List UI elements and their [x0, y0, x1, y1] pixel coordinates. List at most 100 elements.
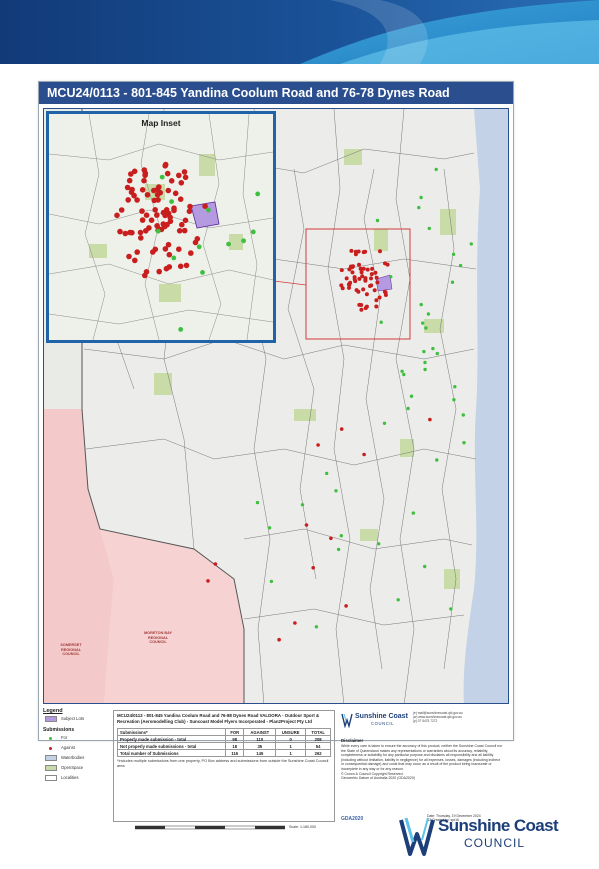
localities-swatch [45, 775, 57, 781]
table-row: Not properly made submissions - total 18… [116, 742, 331, 750]
for-point [200, 270, 205, 275]
inset-against-points [114, 161, 208, 279]
somerset-label: SOMERSET REGIONAL COUNCIL [60, 643, 82, 656]
for-point [419, 302, 423, 307]
against-point [168, 178, 175, 184]
for-point [424, 326, 428, 330]
table-header: Submissions* [116, 728, 227, 736]
against-point [179, 221, 185, 228]
against-point [329, 536, 333, 541]
against-point [172, 190, 179, 197]
against-point [152, 246, 159, 253]
against-point [126, 253, 132, 260]
scale-text: Scale: 1:180,000 [289, 825, 316, 829]
against-point [144, 192, 151, 198]
inset-map[interactable] [49, 114, 273, 340]
against-point [304, 523, 309, 527]
against-point [139, 217, 146, 223]
against-point [131, 192, 137, 199]
table-cell: 35 [243, 742, 277, 750]
logo-mark-icon [399, 817, 435, 856]
against-point [128, 171, 134, 177]
map-frame[interactable]: SOMERSET REGIONAL COUNCIL MORETON BAY RE… [43, 108, 509, 704]
table-cell: 262 [305, 749, 331, 757]
against-point [357, 262, 361, 267]
legend-waterbodies-label: Waterbodies [61, 755, 85, 760]
legend-localities-label: Localities [61, 775, 79, 780]
against-point [132, 257, 138, 264]
legend-for-label: For [61, 735, 68, 740]
legend-subject-lots-label: Subject Lots [61, 716, 85, 721]
for-point [196, 244, 202, 250]
map-footer: Legend Subject Lots Submissions For Agai… [43, 708, 509, 830]
against-point [176, 246, 182, 252]
against-point [166, 264, 173, 270]
against-point [350, 270, 355, 275]
against-point [344, 276, 349, 281]
for-point [171, 255, 177, 261]
against-point [181, 169, 188, 175]
against-point [134, 249, 140, 255]
against-point [348, 280, 353, 285]
against-point [364, 304, 369, 309]
against-point [129, 229, 135, 236]
against-point [154, 191, 161, 198]
against-point [370, 266, 375, 271]
for-point [336, 547, 341, 552]
against-point [372, 288, 377, 293]
against-point [156, 268, 162, 275]
for-point [375, 218, 380, 223]
against-point [142, 272, 148, 279]
for-point [339, 534, 343, 538]
against-point [143, 212, 150, 218]
against-point [187, 203, 193, 210]
against-point [361, 266, 366, 271]
against-point [154, 212, 160, 218]
against-point [181, 227, 188, 234]
against-point [365, 267, 370, 272]
against-point [139, 208, 145, 214]
openspace-swatch [45, 765, 57, 771]
against-point [374, 304, 379, 309]
against-point [176, 172, 182, 179]
table-header: FOR [225, 728, 245, 736]
for-point [155, 228, 161, 234]
table-cell: 145 [243, 749, 277, 757]
for-point [431, 346, 435, 351]
legend-waterbodies: Waterbodies [43, 753, 109, 763]
table-header: TOTAL [305, 728, 331, 736]
against-point [165, 210, 172, 217]
legend: Legend Subject Lots Submissions For Agai… [43, 708, 109, 826]
against-point [428, 417, 432, 422]
for-point [411, 511, 415, 515]
against-dot-icon [49, 746, 52, 750]
map-inset[interactable]: Map Inset [46, 111, 276, 343]
small-council-logo: Sunshine Coast COUNCIL [341, 710, 411, 732]
for-point [427, 226, 431, 231]
for-point [255, 191, 261, 197]
against-point [178, 180, 185, 186]
against-point [137, 229, 144, 236]
legend-openspace-label: OpenSpace [61, 765, 84, 770]
for-point [423, 367, 427, 372]
for-point [453, 385, 457, 389]
for-point [402, 372, 406, 377]
table-cell: 116 [225, 749, 245, 757]
small-logo-mark-icon [341, 713, 353, 728]
against-point [142, 172, 148, 179]
table-header: AGAINST [243, 728, 277, 736]
against-point [339, 283, 344, 288]
legend-localities: Localities [43, 773, 109, 783]
header-banner [0, 0, 599, 64]
for-point [450, 280, 455, 284]
against-point [316, 443, 320, 447]
against-point [182, 174, 189, 181]
for-point [334, 489, 338, 493]
for-point [449, 607, 453, 611]
against-point [369, 276, 373, 281]
against-point [176, 228, 183, 234]
against-point [359, 303, 364, 307]
for-point [435, 351, 439, 356]
against-point [356, 249, 361, 254]
against-point [183, 262, 190, 269]
